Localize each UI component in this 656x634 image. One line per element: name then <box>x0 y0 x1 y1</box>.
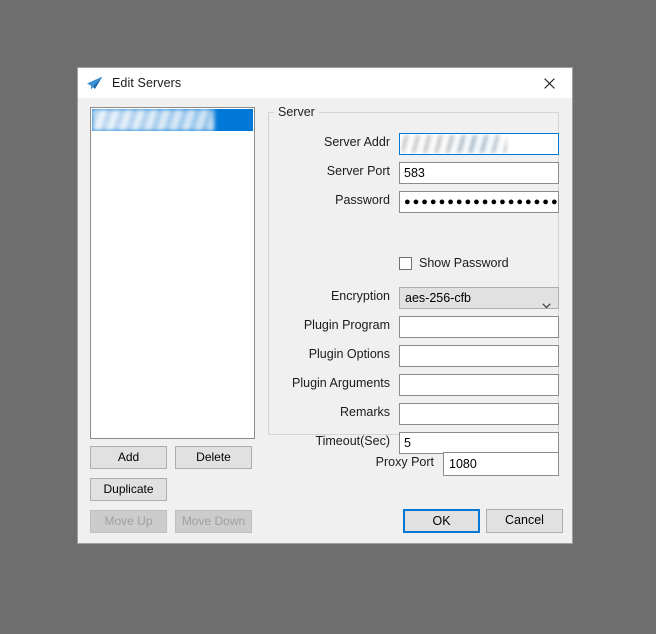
server-groupbox-title: Server <box>274 105 319 119</box>
encryption-label: Encryption <box>330 289 390 303</box>
remarks-row: Remarks <box>268 403 559 425</box>
list-item[interactable] <box>92 109 253 131</box>
password-label: Password <box>335 193 390 207</box>
paper-plane-icon <box>86 74 104 92</box>
window-title: Edit Servers <box>112 76 182 90</box>
password-input[interactable]: ●●●●●●●●●●●●●●●●●●●●●● <box>399 191 559 213</box>
server-name-redacted <box>92 109 215 131</box>
ok-button[interactable]: OK <box>403 509 480 533</box>
encryption-selected-value: aes-256-cfb <box>405 291 472 305</box>
plugin-arguments-label: Plugin Arguments <box>292 376 390 390</box>
password-row: Password ●●●●●●●●●●●●●●●●●●●●●● <box>268 191 559 213</box>
duplicate-button[interactable]: Duplicate <box>90 478 167 501</box>
server-port-row: Server Port <box>268 162 559 184</box>
title-bar: Edit Servers <box>78 68 572 98</box>
proxy-port-label: Proxy Port <box>375 455 434 469</box>
encryption-row: Encryption aes-256-cfb <box>268 287 559 309</box>
proxy-port-row: Proxy Port <box>358 452 559 476</box>
server-port-input[interactable] <box>399 162 559 184</box>
server-addr-input[interactable] <box>399 133 559 155</box>
plugin-program-label: Plugin Program <box>303 318 390 332</box>
server-addr-redacted-value <box>402 135 507 153</box>
remarks-input[interactable] <box>399 403 559 425</box>
move-down-button: Move Down <box>175 510 252 533</box>
plugin-arguments-row: Plugin Arguments <box>268 374 559 396</box>
plugin-arguments-input[interactable] <box>399 374 559 396</box>
timeout-row: Timeout(Sec) <box>268 432 559 454</box>
timeout-label: Timeout(Sec) <box>315 434 390 448</box>
cancel-button[interactable]: Cancel <box>486 509 563 533</box>
add-button[interactable]: Add <box>90 446 167 469</box>
encryption-select[interactable]: aes-256-cfb <box>399 287 559 309</box>
edit-servers-dialog: Edit Servers Add Delete Duplicate Move U… <box>77 67 573 544</box>
show-password-row[interactable]: Show Password <box>399 256 509 270</box>
plugin-options-label: Plugin Options <box>308 347 390 361</box>
server-port-label: Server Port <box>326 164 390 178</box>
remarks-label: Remarks <box>339 405 390 419</box>
delete-button[interactable]: Delete <box>175 446 252 469</box>
move-up-button: Move Up <box>90 510 167 533</box>
plugin-program-input[interactable] <box>399 316 559 338</box>
server-list[interactable] <box>90 107 255 439</box>
dialog-client-area: Add Delete Duplicate Move Up Move Down S… <box>78 98 572 543</box>
plugin-options-input[interactable] <box>399 345 559 367</box>
show-password-checkbox[interactable] <box>399 256 412 270</box>
server-addr-label: Server Addr <box>323 135 390 149</box>
close-icon[interactable] <box>527 68 572 98</box>
plugin-program-row: Plugin Program <box>268 316 559 338</box>
server-addr-row: Server Addr <box>268 133 559 155</box>
chevron-down-icon <box>542 295 551 309</box>
plugin-options-row: Plugin Options <box>268 345 559 367</box>
show-password-label: Show Password <box>419 256 509 270</box>
proxy-port-input[interactable] <box>443 452 559 476</box>
timeout-input[interactable] <box>399 432 559 454</box>
